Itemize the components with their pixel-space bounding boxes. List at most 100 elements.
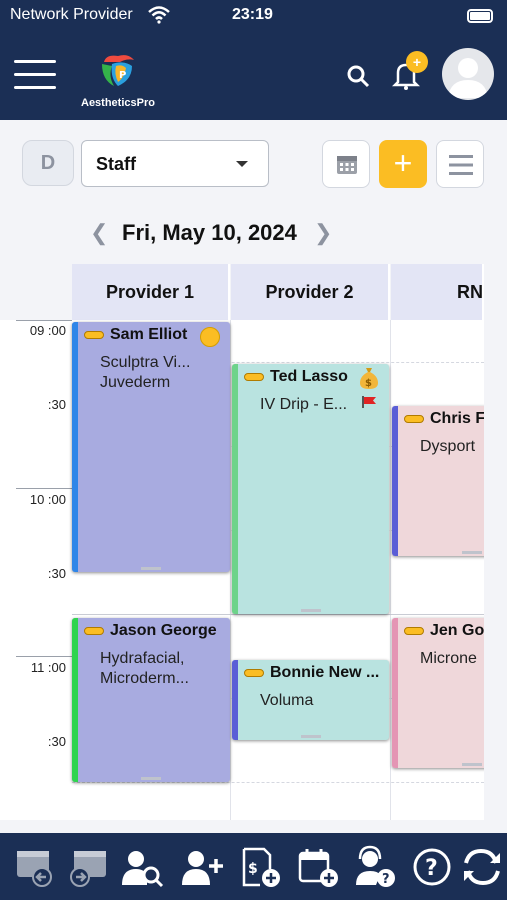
appointment-client-name: Sam Elliot: [110, 326, 188, 343]
new-client-badge-icon: [200, 327, 220, 347]
refresh-icon[interactable]: [460, 845, 504, 889]
status-pill-icon: [404, 415, 424, 423]
brand-name: AestheticsPro: [81, 97, 155, 109]
slot-line: [72, 614, 484, 615]
previous-window-icon[interactable]: [14, 845, 58, 889]
add-appointment-icon[interactable]: [296, 845, 340, 889]
appointment-service: Hydrafacial,: [100, 650, 185, 667]
time-label: :30: [47, 734, 66, 749]
appointment-status-bar: [232, 364, 238, 614]
time-label: 11 :00: [30, 660, 66, 675]
chevron-right-icon[interactable]: ❯: [314, 220, 332, 246]
appointment-card[interactable]: Ted Lasso IV Drip - E... $: [232, 364, 389, 614]
appointment-status-bar: [72, 322, 78, 572]
resize-handle[interactable]: [300, 735, 321, 738]
hamburger-menu-icon[interactable]: [14, 60, 56, 90]
appointment-client-name: Chris F: [430, 410, 484, 427]
date-navigator: ❮ Fri, May 10, 2024 ❯: [90, 218, 350, 248]
appointment-client-name: Jen Go: [430, 622, 484, 639]
search-icon[interactable]: [346, 64, 370, 88]
appointment-card[interactable]: Jen Go Microne: [392, 618, 484, 768]
flag-icon: [362, 396, 376, 408]
appointment-service: Dysport: [420, 438, 476, 455]
schedule-grid: Provider 1 Provider 2 RN 09 :00 :30 10 :…: [0, 264, 484, 820]
filter-select[interactable]: Staff: [81, 140, 269, 187]
appointment-client-name: Ted Lasso: [270, 368, 348, 385]
appointment-service: Voluma: [260, 692, 314, 709]
appointment-service: Microne: [420, 650, 477, 667]
column-divider: [230, 320, 231, 820]
time-label: 09 :00: [29, 323, 66, 338]
resize-handle[interactable]: [300, 609, 321, 612]
column-header-rn: RN: [391, 264, 484, 320]
appointment-status-bar: [232, 660, 238, 740]
help-icon[interactable]: ?: [410, 845, 454, 889]
support-icon[interactable]: ?: [352, 845, 396, 889]
chevron-left-icon[interactable]: ❮: [90, 220, 108, 246]
appointment-status-bar: [392, 406, 398, 556]
wifi-icon: [148, 6, 170, 24]
bottom-action-bar: $ ? ?: [0, 833, 507, 900]
add-appointment-button[interactable]: +: [379, 140, 427, 188]
column-header-provider-2: Provider 2: [231, 264, 390, 320]
appointment-card[interactable]: Sam Elliot Sculptra Vi... Juvederm: [72, 322, 230, 572]
add-client-icon[interactable]: [180, 845, 224, 889]
list-icon: [449, 155, 473, 175]
appointment-client-name: Jason George: [110, 622, 217, 639]
status-pill-icon: [84, 627, 104, 635]
resize-handle[interactable]: [462, 763, 482, 766]
schedule-body[interactable]: Sam Elliot Sculptra Vi... Juvederm Ted L…: [72, 320, 484, 820]
appointment-card[interactable]: Jason George Hydrafacial, Microderm...: [72, 618, 230, 782]
status-pill-icon: [84, 331, 104, 339]
appointment-client-name: Bonnie New ...: [270, 664, 380, 681]
carrier-label: Network Provider: [10, 6, 133, 23]
add-sale-icon[interactable]: $: [238, 845, 282, 889]
time-tick: [16, 320, 72, 321]
battery-icon: [467, 9, 493, 23]
time-tick: [16, 656, 72, 657]
user-avatar[interactable]: [442, 48, 494, 100]
status-pill-icon: [404, 627, 424, 635]
status-pill-icon: [244, 669, 264, 677]
svg-text:?: ?: [382, 872, 390, 887]
column-divider: [390, 320, 391, 820]
list-view-button[interactable]: [436, 140, 484, 188]
appointment-card[interactable]: Bonnie New ... Voluma: [232, 660, 389, 740]
calendar-icon: [337, 156, 357, 174]
filter-select-value: Staff: [96, 154, 136, 174]
schedule-toolbar: D Staff +: [0, 140, 507, 190]
appointment-service: Sculptra Vi...: [100, 354, 191, 371]
appointment-status-bar: [72, 618, 78, 782]
status-bar: Network Provider 23:19: [10, 6, 497, 26]
current-date[interactable]: Fri, May 10, 2024: [122, 220, 297, 246]
next-window-icon[interactable]: [66, 845, 110, 889]
appointment-service: IV Drip - E...: [260, 396, 348, 413]
notification-badge: +: [406, 51, 428, 73]
day-view-button[interactable]: D: [22, 140, 74, 186]
svg-text:$: $: [248, 861, 258, 877]
slot-line: [72, 782, 484, 783]
appointment-service: Juvederm: [100, 374, 171, 391]
time-tick: [16, 488, 72, 489]
svg-text:$: $: [365, 378, 372, 389]
app-logo: P AestheticsPro: [78, 50, 158, 110]
time-label: :30: [47, 397, 66, 412]
time-column: 09 :00 :30 10 :00 :30 11 :00 :30: [0, 320, 72, 820]
aestheticspro-logo-icon: P: [102, 55, 134, 86]
appointment-card[interactable]: Chris F Dysport: [392, 406, 484, 556]
status-clock: 23:19: [232, 6, 273, 23]
user-avatar-icon: [448, 58, 488, 98]
svg-text:P: P: [119, 70, 126, 81]
resize-handle[interactable]: [141, 567, 161, 570]
app-header: Network Provider 23:19 P AestheticsPro +: [0, 0, 507, 120]
appointment-status-bar: [392, 618, 398, 768]
chevron-down-icon: [236, 161, 248, 167]
resize-handle[interactable]: [462, 551, 482, 554]
svg-text:?: ?: [425, 856, 438, 881]
calendar-button[interactable]: [322, 140, 370, 188]
search-client-icon[interactable]: [120, 845, 164, 889]
time-label: :30: [47, 566, 66, 581]
appointment-service: Microderm...: [100, 670, 189, 687]
resize-handle[interactable]: [141, 777, 161, 780]
time-label: 10 :00: [29, 492, 66, 507]
